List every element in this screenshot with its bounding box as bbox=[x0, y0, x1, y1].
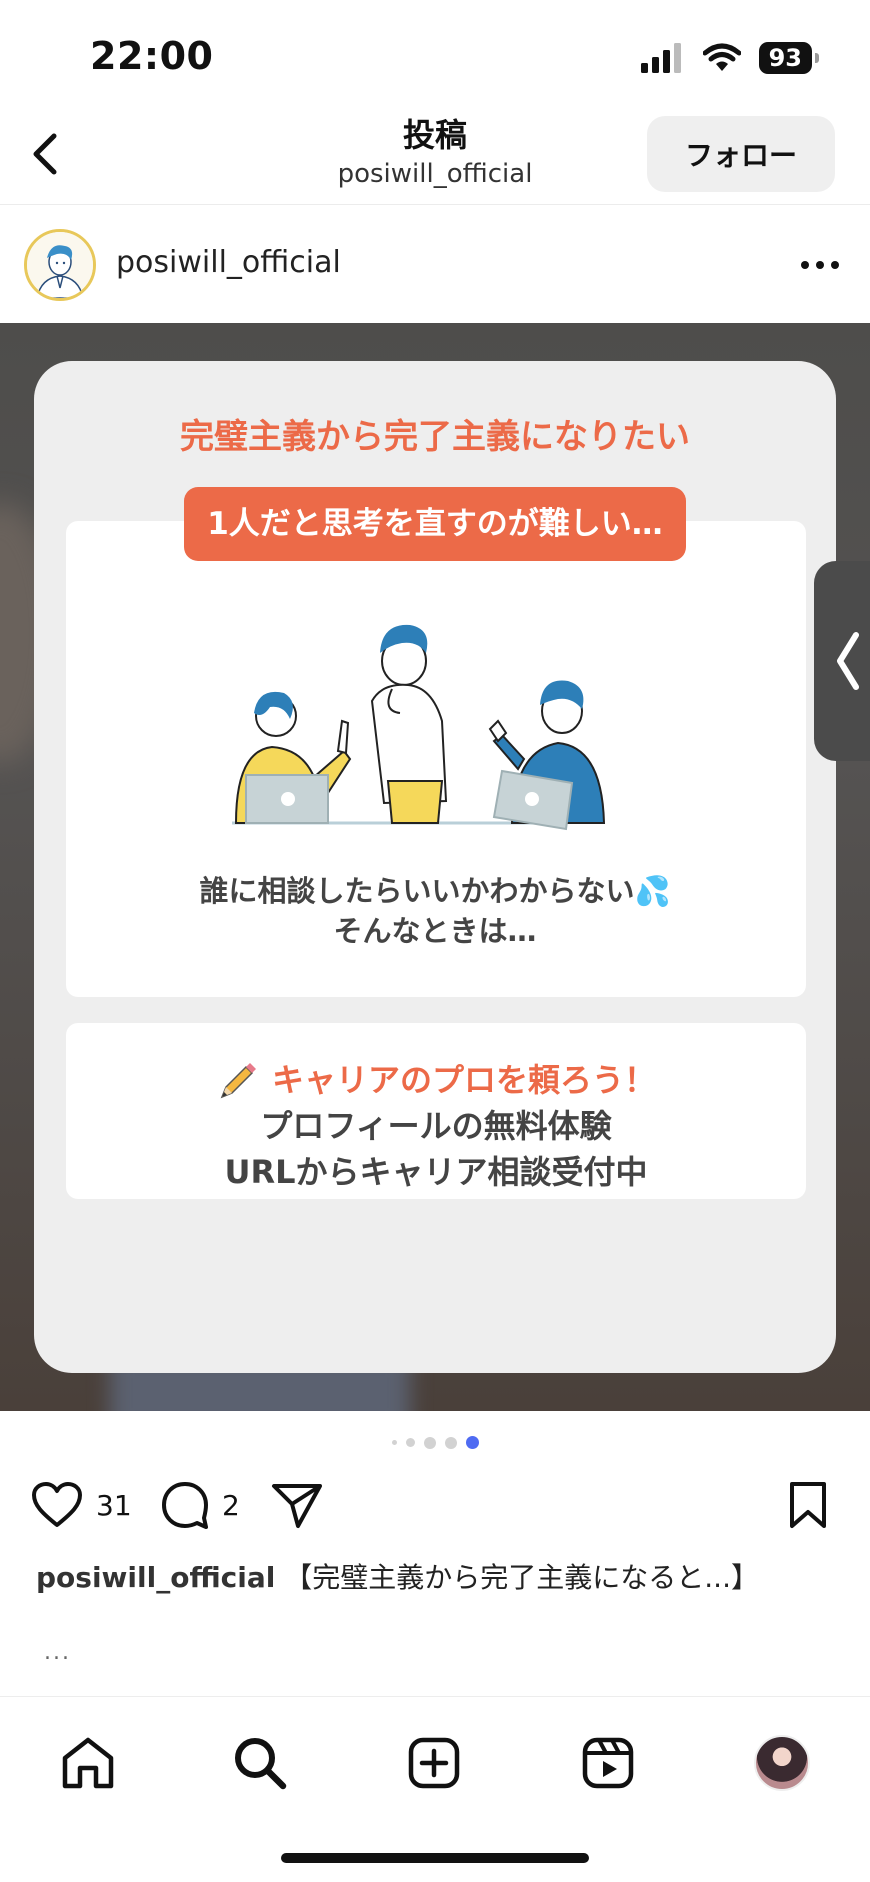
slide-caption-line1: 誰に相談したらいいかわからない💦 bbox=[199, 874, 671, 908]
pencil-icon bbox=[220, 1063, 256, 1099]
author-row: posiwill_official bbox=[0, 205, 870, 323]
author-username[interactable]: posiwill_official bbox=[116, 245, 341, 280]
tab-search[interactable] bbox=[224, 1727, 296, 1799]
status-time: 22:00 bbox=[90, 34, 214, 78]
comment-icon bbox=[162, 1482, 208, 1529]
save-button[interactable] bbox=[786, 1475, 830, 1535]
slide-caption-line2: そんなときは… bbox=[333, 914, 537, 948]
follow-button[interactable]: フォロー bbox=[647, 116, 835, 192]
more-options-button[interactable] bbox=[790, 235, 850, 295]
reels-icon bbox=[582, 1737, 634, 1789]
profile-icon bbox=[754, 1735, 810, 1791]
home-indicator bbox=[281, 1853, 589, 1863]
caption-more[interactable]: ... bbox=[44, 1640, 71, 1665]
carousel-dot-active bbox=[465, 1436, 479, 1449]
battery-indicator: 93 bbox=[758, 42, 820, 74]
tab-reels[interactable] bbox=[572, 1727, 644, 1799]
cta-line-2: プロフィールの無料体験 bbox=[260, 1107, 612, 1145]
action-bar: 31 2 bbox=[0, 1475, 870, 1535]
post-media[interactable]: 完璧主義から完了主義になりたい 1人だと思考を直すのが難しい… 誰に相談したらい… bbox=[0, 323, 870, 1411]
status-icons: 93 bbox=[640, 40, 820, 76]
tab-profile[interactable] bbox=[746, 1727, 818, 1799]
share-button[interactable] bbox=[270, 1475, 324, 1535]
heart-icon bbox=[32, 1482, 82, 1527]
cta-line-3: URLからキャリア相談受付中 bbox=[224, 1153, 648, 1191]
avatar-illustration bbox=[27, 232, 93, 298]
cta-line-1: キャリアのプロを頼ろう！ bbox=[66, 1057, 806, 1103]
status-bar: 22:00 93 bbox=[0, 0, 870, 110]
chevron-left-icon bbox=[837, 632, 859, 690]
like-button[interactable]: 31 bbox=[30, 1475, 132, 1535]
tab-home[interactable] bbox=[52, 1727, 124, 1799]
bookmark-icon bbox=[790, 1482, 826, 1528]
caption-text: 【完璧主義から完了主義になると...】 bbox=[284, 1561, 759, 1594]
carousel-indicator bbox=[0, 1436, 870, 1449]
carousel-dot bbox=[405, 1438, 415, 1447]
home-icon bbox=[62, 1737, 114, 1789]
slide-heading-pill: 1人だと思考を直すのが難しい… bbox=[184, 487, 686, 561]
caption-username[interactable]: posiwill_official bbox=[36, 1561, 275, 1594]
wifi-icon bbox=[702, 43, 741, 71]
tab-create[interactable] bbox=[398, 1727, 470, 1799]
slide-title: 完璧主義から完了主義になりたい bbox=[180, 417, 690, 457]
share-icon bbox=[272, 1484, 322, 1528]
comment-button[interactable]: 2 bbox=[160, 1475, 240, 1535]
signal-icon bbox=[640, 43, 681, 73]
more-icon bbox=[801, 261, 839, 269]
post-header: 投稿 posiwill_official フォロー bbox=[0, 110, 870, 205]
post-caption[interactable]: posiwill_official 【完璧主義から完了主義になると...】 bbox=[36, 1556, 759, 1596]
carousel-dot bbox=[444, 1436, 457, 1449]
carousel-dot bbox=[391, 1440, 397, 1445]
consultation-illustration bbox=[232, 624, 606, 831]
search-icon bbox=[235, 1738, 287, 1790]
comment-count: 2 bbox=[222, 1488, 240, 1522]
create-icon bbox=[408, 1737, 460, 1789]
slide-card: 完璧主義から完了主義になりたい 1人だと思考を直すのが難しい… 誰に相談したらい… bbox=[34, 361, 836, 1373]
cta-accent-text: キャリアのプロを頼ろう！ bbox=[271, 1061, 656, 1099]
carousel-previous-button[interactable] bbox=[814, 561, 870, 761]
slide-caption: 誰に相談したらいいかわからない💦 そんなときは… bbox=[34, 871, 836, 951]
author-avatar[interactable] bbox=[24, 229, 96, 301]
cta-panel: キャリアのプロを頼ろう！ プロフィールの無料体験 URLからキャリア相談受付中 bbox=[66, 1023, 806, 1199]
like-count: 31 bbox=[96, 1488, 132, 1522]
carousel-dot bbox=[423, 1436, 436, 1449]
